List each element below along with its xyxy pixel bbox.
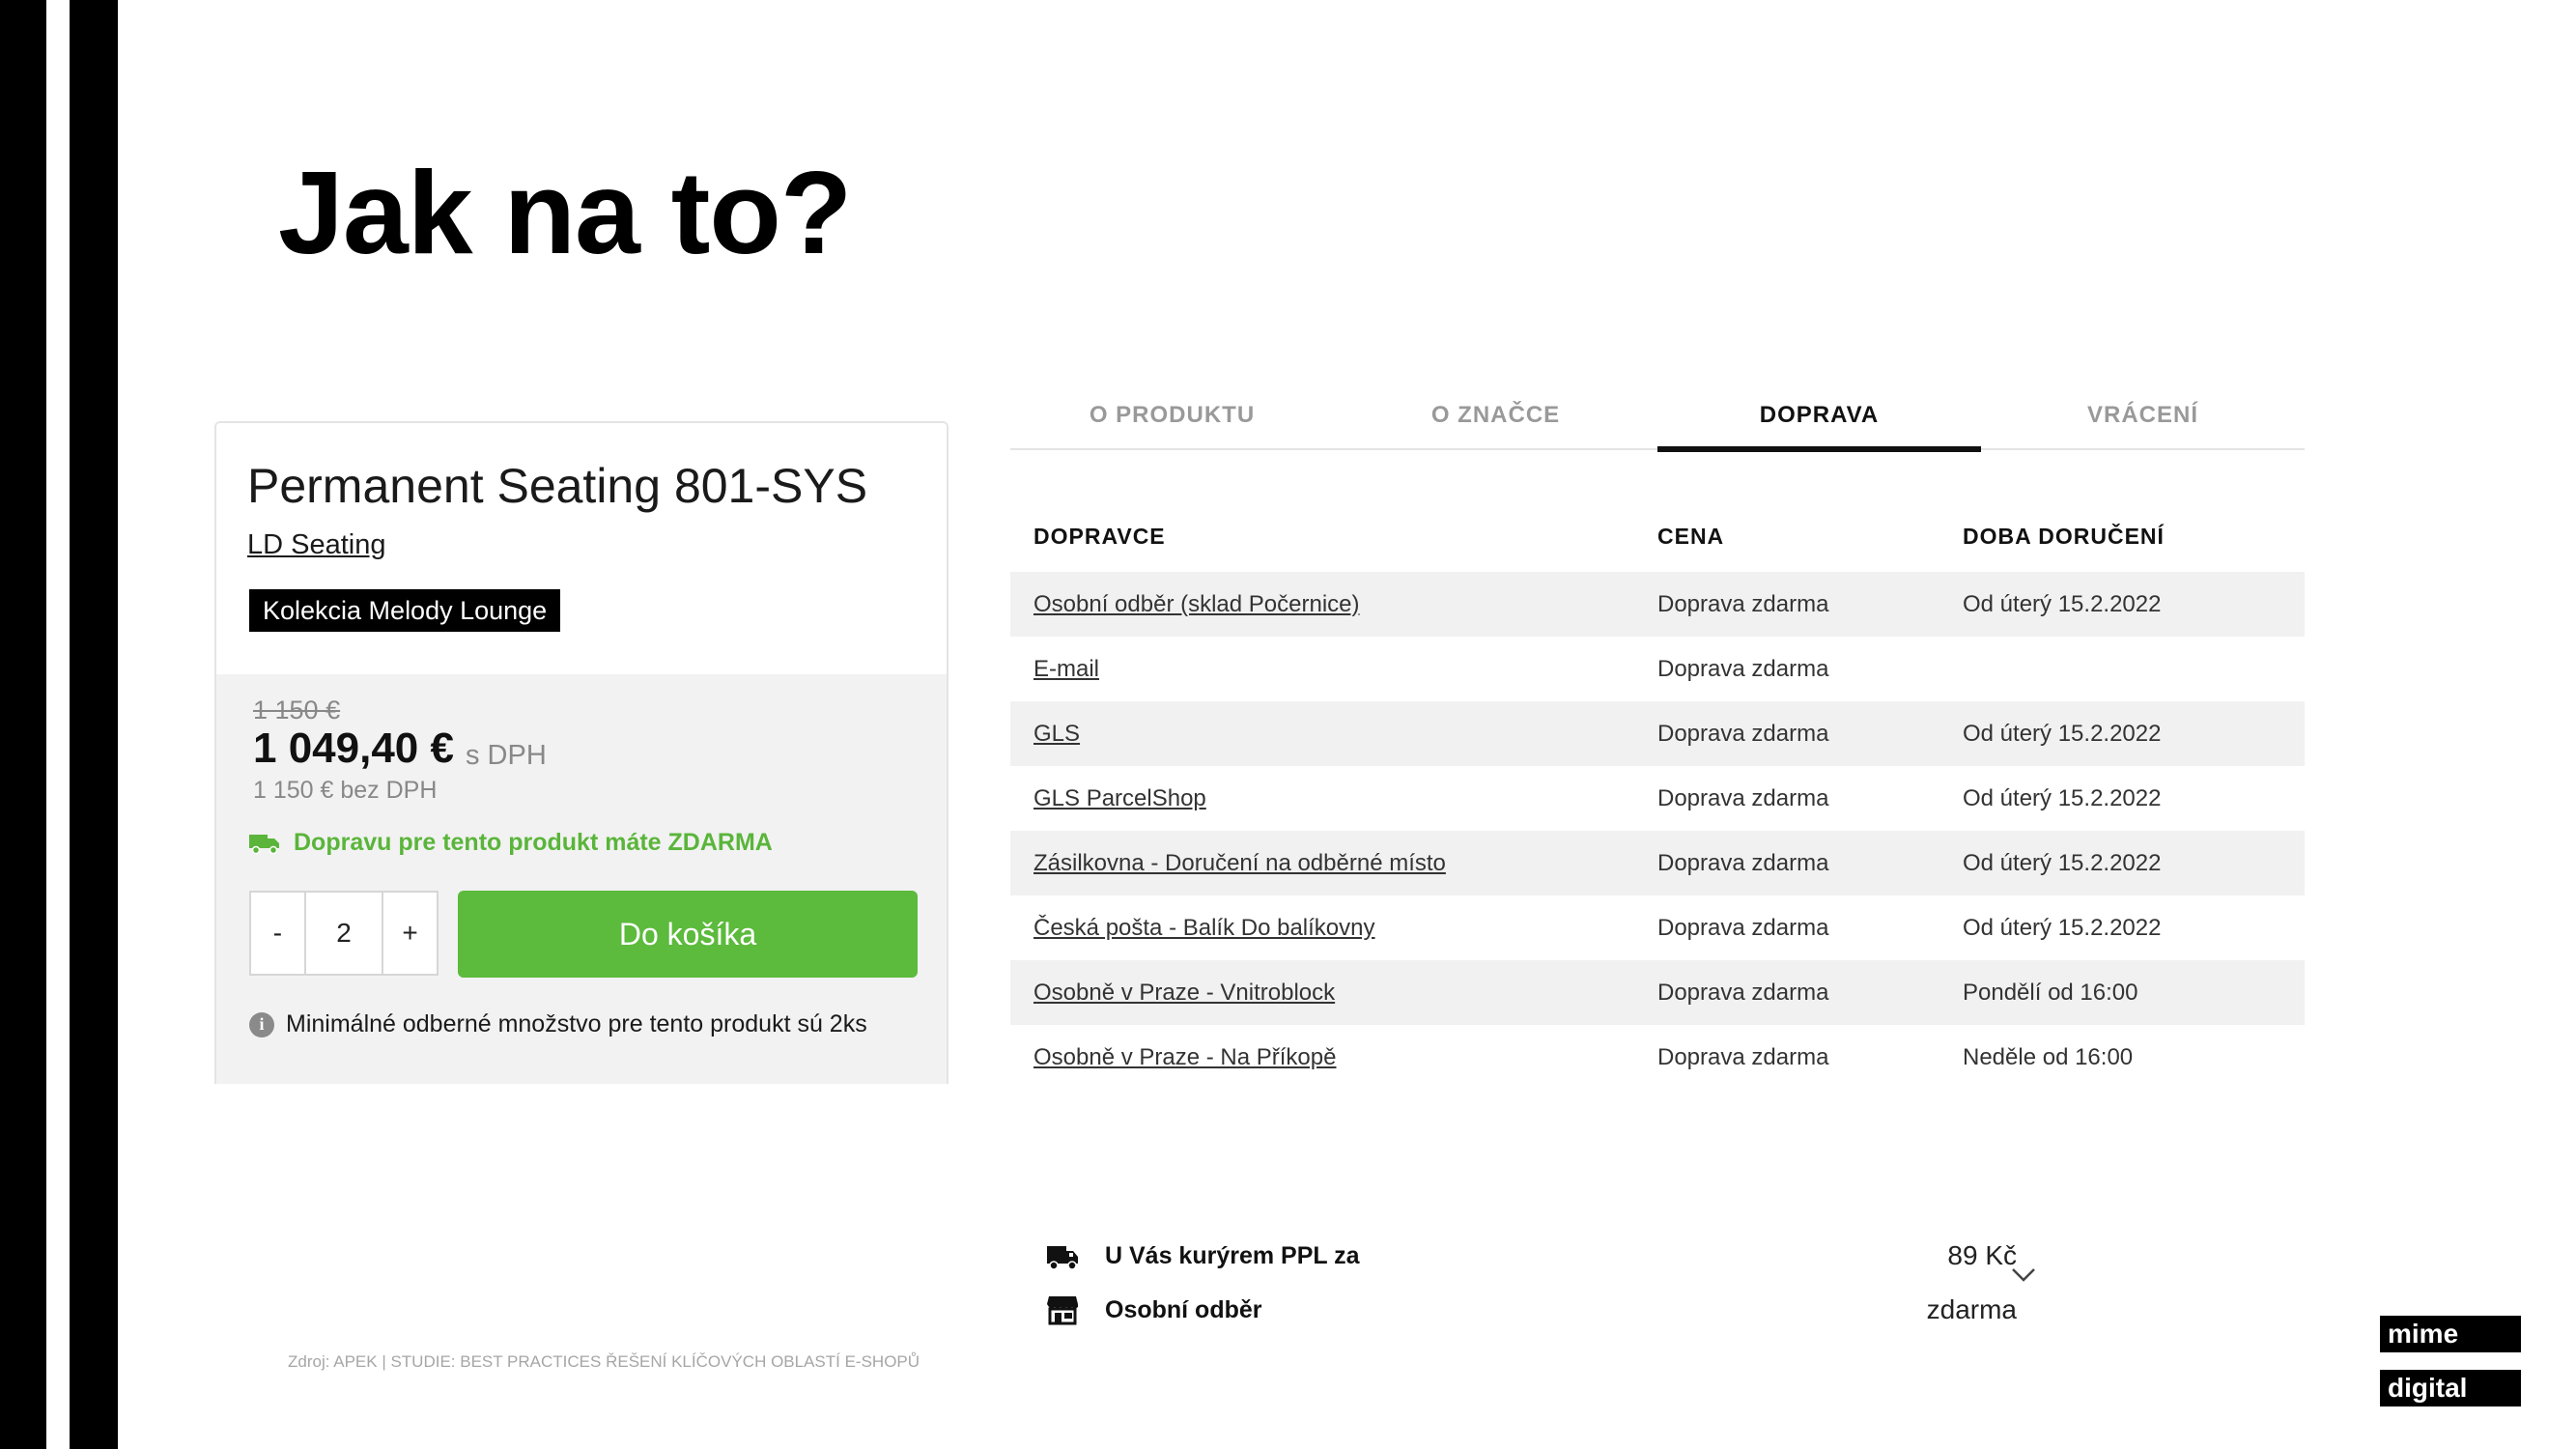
carrier-link[interactable]: Osobní odběr (sklad Počernice) (1010, 591, 1657, 618)
shipping-price: Doprava zdarma (1657, 1043, 1829, 1070)
shipping-price: Doprava zdarma (1657, 849, 1829, 876)
store-icon (1047, 1296, 1078, 1325)
truck-icon (249, 834, 279, 854)
shipping-price: Doprava zdarma (1657, 590, 1829, 617)
table-row: Osobně v Praze - Vnitroblock Doprava zda… (1010, 960, 2305, 1025)
delivery-time: Pondělí od 16:00 (1963, 979, 2138, 1006)
carrier-link[interactable]: Osobně v Praze - Na Příkopě (1010, 1044, 1657, 1071)
pickup-price: zdarma (1926, 1294, 2017, 1324)
tab-o-znacce[interactable]: O ZNAČCE (1334, 390, 1657, 448)
logo-mime: mime (2380, 1316, 2521, 1352)
carrier-link[interactable]: Osobně v Praze - Vnitroblock (1010, 980, 1657, 1007)
chevron-down-icon[interactable] (2011, 1267, 2036, 1283)
quantity-decrease-button[interactable]: - (251, 893, 306, 974)
delivery-time: Od úterý 15.2.2022 (1963, 590, 2162, 617)
column-header-delivery-time: DOBA DORUČENÍ (1963, 523, 2165, 549)
quantity-stepper: - 2 + (249, 891, 439, 976)
minimum-quantity-text: Minimálné odberné množstvo pre tento pro… (286, 1010, 867, 1037)
tab-o-produktu[interactable]: O PRODUKTU (1010, 390, 1334, 448)
carrier-link[interactable]: Zásilkovna - Doručení na odběrné místo (1010, 850, 1657, 877)
add-to-cart-button[interactable]: Do košíka (458, 891, 918, 978)
collection-badge[interactable]: Kolekcia Melody Lounge (249, 589, 561, 632)
tab-vraceni[interactable]: VRÁCENÍ (1981, 390, 2305, 448)
delivery-option-courier: U Vás kurýrem PPL za 89 Kč (1045, 1229, 2050, 1283)
carrier-link[interactable]: GLS (1010, 721, 1657, 748)
price-net: 1 150 € bez DPH (253, 777, 438, 804)
truck-icon (1047, 1246, 1078, 1270)
free-shipping-text: Dopravu pre tento produkt máte ZDARMA (294, 829, 773, 856)
carrier-link[interactable]: GLS ParcelShop (1010, 785, 1657, 812)
free-shipping-note: Dopravu pre tento produkt máte ZDARMA (249, 829, 773, 857)
delivery-time: Od úterý 15.2.2022 (1963, 720, 2162, 747)
slide-title: Jak na to? (278, 147, 852, 278)
delivery-summary[interactable]: U Vás kurýrem PPL za 89 Kč Osobní odběr … (1045, 1229, 2050, 1337)
left-black-bar-inner (70, 0, 118, 1449)
table-row: GLS Doprava zdarma Od úterý 15.2.2022 (1010, 701, 2305, 766)
table-header: DOPRAVCE CENA DOBA DORUČENÍ (1010, 500, 2305, 572)
shipping-price: Doprava zdarma (1657, 655, 1829, 682)
pickup-label: Osobní odběr (1105, 1295, 1262, 1323)
delivery-time: Od úterý 15.2.2022 (1963, 914, 2162, 941)
logo-digital: digital (2380, 1370, 2521, 1406)
carrier-link[interactable]: Česká pošta - Balík Do balíkovny (1010, 915, 1657, 942)
table-row: E-mail Doprava zdarma (1010, 637, 2305, 701)
table-row: Osobní odběr (sklad Počernice) Doprava z… (1010, 572, 2305, 637)
delivery-option-pickup: Osobní odběr zdarma (1045, 1283, 2050, 1337)
column-header-price: CENA (1657, 523, 1725, 549)
shipping-price: Doprava zdarma (1657, 914, 1829, 941)
table-row: GLS ParcelShop Doprava zdarma Od úterý 1… (1010, 766, 2305, 831)
info-icon: i (249, 1011, 274, 1037)
courier-price: 89 Kč (1947, 1240, 2017, 1270)
quantity-input[interactable]: 2 (306, 893, 382, 974)
delivery-time: Od úterý 15.2.2022 (1963, 849, 2162, 876)
minimum-quantity-note: i Minimálné odberné množstvo pre tento p… (249, 1010, 867, 1038)
product-card-header: Permanent Seating 801-SYS LD Seating Kol… (216, 423, 947, 674)
old-price: 1 150 € (253, 696, 341, 724)
shipping-table: DOPRAVCE CENA DOBA DORUČENÍ Osobní odběr… (1010, 500, 2305, 1090)
courier-label: U Vás kurýrem PPL za (1105, 1241, 1360, 1269)
product-name: Permanent Seating 801-SYS (247, 459, 868, 513)
source-note: Zdroj: APEK | STUDIE: BEST PRACTICES ŘEŠ… (288, 1352, 920, 1371)
product-tabs: O PRODUKTU O ZNAČCE DOPRAVA VRÁCENÍ (1010, 390, 2305, 452)
shipping-price: Doprava zdarma (1657, 979, 1829, 1006)
shipping-price: Doprava zdarma (1657, 720, 1829, 747)
table-row: Osobně v Praze - Na Příkopě Doprava zdar… (1010, 1025, 2305, 1090)
product-card: Permanent Seating 801-SYS LD Seating Kol… (214, 421, 948, 1084)
shipping-price: Doprava zdarma (1657, 784, 1829, 811)
carrier-link[interactable]: E-mail (1010, 656, 1657, 683)
brand-link[interactable]: LD Seating (247, 529, 386, 561)
delivery-time: Neděle od 16:00 (1963, 1043, 2134, 1070)
left-black-bar (0, 0, 46, 1449)
price: 1 049,40 € (253, 724, 454, 772)
column-header-carrier: DOPRAVCE (1033, 523, 1166, 549)
price-suffix: s DPH (466, 740, 547, 771)
tab-doprava[interactable]: DOPRAVA (1657, 390, 1981, 452)
quantity-increase-button[interactable]: + (382, 893, 437, 974)
table-row: Zásilkovna - Doručení na odběrné místo D… (1010, 831, 2305, 895)
table-row: Česká pošta - Balík Do balíkovny Doprava… (1010, 895, 2305, 960)
delivery-time: Od úterý 15.2.2022 (1963, 784, 2162, 811)
